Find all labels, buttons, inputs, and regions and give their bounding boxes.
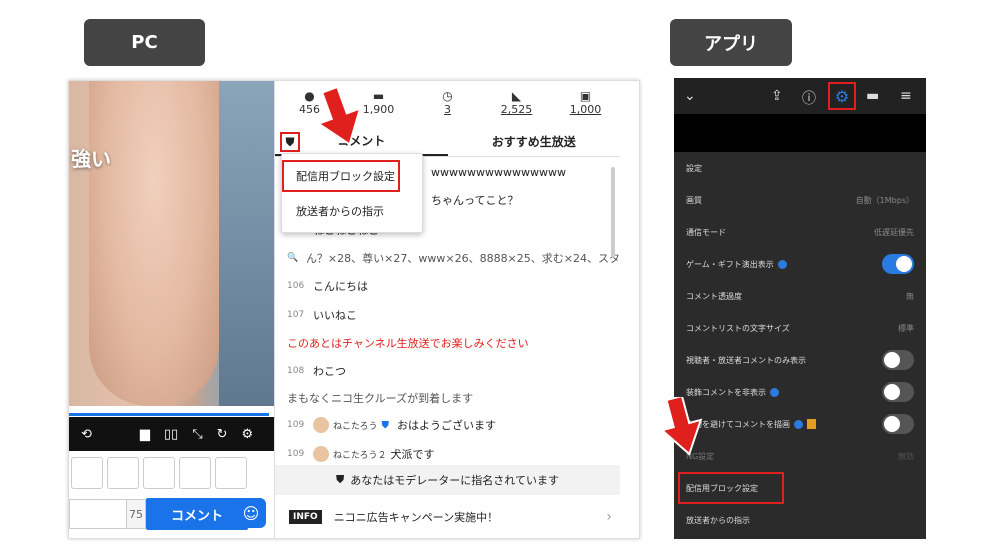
- menu-item-block-settings[interactable]: 配信用ブロック設定: [282, 160, 400, 192]
- pc-screenshot: 強い ⟲ ▆ ▯▯ ⤡ ↻ ⚙ 75 コメント ☺ ● 456 ▬ 1,900 ◷ 3…: [68, 80, 640, 539]
- ad-icon: ◣: [511, 89, 522, 103]
- setting-quality[interactable]: 画質 自動（1Mbps）: [674, 184, 926, 216]
- fullscreen-icon[interactable]: ⤡: [192, 427, 202, 442]
- gift-icon: ▣: [579, 89, 592, 103]
- setting-instruction[interactable]: 放送者からの指示: [674, 504, 926, 536]
- info-text: ニコニ広告キャンペーン実施中！: [333, 511, 499, 524]
- avatar: [313, 417, 329, 433]
- tab-recommended[interactable]: おすすめ生放送: [448, 127, 621, 156]
- system-message: まもなくニコ生クルーズが到着します: [287, 392, 474, 405]
- comment-toggle-icon[interactable]: ▆: [140, 427, 150, 442]
- info-icon[interactable]: ⓘ: [802, 88, 816, 108]
- stat-timeshift[interactable]: ◷ 3: [418, 89, 478, 125]
- reload-icon[interactable]: ↻: [217, 427, 228, 442]
- setting-block[interactable]: 配信用ブロック設定: [678, 472, 784, 504]
- setting-mode[interactable]: 通信モード 低遅延優先: [674, 216, 926, 248]
- slot[interactable]: [143, 457, 175, 489]
- shield-settings-icon[interactable]: ⛊: [280, 132, 300, 152]
- gift-toggle[interactable]: [882, 254, 914, 274]
- person-icon: ●: [304, 89, 315, 103]
- info-banner[interactable]: INFO ニコニ広告キャンペーン実施中！ ›: [275, 497, 620, 537]
- seek-bar[interactable]: [69, 413, 269, 416]
- setting-fontsize[interactable]: コメントリストの文字サイズ 標準: [674, 312, 926, 344]
- video-frame-background: [219, 81, 274, 406]
- slot[interactable]: [107, 457, 139, 489]
- comment-input[interactable]: [69, 499, 126, 529]
- moderator-notice: ⛊ あなたはモデレーターに指名されています: [275, 465, 620, 495]
- comment-submit-button[interactable]: コメント: [146, 498, 248, 530]
- comment-row: 106 こんにちは: [287, 280, 368, 293]
- slot[interactable]: [179, 457, 211, 489]
- premium-icon: [807, 419, 816, 429]
- settings-title: 設定: [686, 163, 702, 173]
- help-icon[interactable]: [770, 387, 779, 397]
- gear-icon[interactable]: ⚙: [828, 82, 856, 110]
- viewer-only-toggle[interactable]: [882, 350, 914, 370]
- comment-row: 108 わこつ: [287, 365, 346, 378]
- slot[interactable]: [71, 457, 103, 489]
- playlist-icon[interactable]: ≡: [900, 88, 912, 104]
- stat-gift[interactable]: ▣ 1,000: [556, 89, 616, 125]
- layout-icon[interactable]: ▯▯: [164, 427, 178, 442]
- pointer-arrow: [318, 88, 362, 146]
- player-controls: ⟲ ▆ ▯▯ ⤡ ↻ ⚙: [69, 417, 274, 451]
- search-icon: 🔍: [287, 253, 299, 263]
- side-panel: ● 456 ▬ 1,900 ◷ 3 ◣ 2,525 ▣ 1,000 コメント おすすめ生放…: [274, 81, 639, 538]
- rewind-icon[interactable]: ⟲: [81, 427, 92, 442]
- app-label: アプリ: [670, 19, 792, 66]
- comment-summary: 🔍 ん？×28、尊い×27、www×26、8888×25、求む×24、スタ: [287, 252, 620, 265]
- app-screenshot: ⌄ ⇪ ⓘ ▬ ≡ ⚙ 設定 画質 自動（1Mbps） 通信モード 低遅延優先 ゲー…: [674, 78, 926, 539]
- video-frame-hand: [89, 81, 219, 406]
- comment-icon[interactable]: ▬: [866, 88, 879, 104]
- setting-gift: ゲーム・ギフト演出表示: [674, 248, 926, 280]
- deco-toggle[interactable]: [882, 382, 914, 402]
- help-icon[interactable]: [794, 419, 803, 429]
- share-icon[interactable]: ⇪: [771, 88, 783, 104]
- help-icon[interactable]: [777, 259, 787, 269]
- menu-item-broadcaster-instruction[interactable]: 放送者からの指示: [282, 196, 424, 226]
- avoid-toggle[interactable]: [882, 414, 914, 434]
- video-caption: 強い: [71, 147, 111, 171]
- video-player[interactable]: 強い: [69, 81, 274, 406]
- char-count: 75: [126, 499, 146, 529]
- emoji-icon[interactable]: ☺: [236, 498, 266, 528]
- setting-viewer-only: 視聴者・放送者コメントのみ表示: [674, 344, 926, 376]
- app-toolbar: ⌄ ⇪ ⓘ ▬ ≡: [674, 78, 926, 114]
- video-area: [674, 114, 926, 152]
- pointer-arrow: [662, 397, 703, 456]
- pc-label: PC: [84, 19, 205, 66]
- settings-icon[interactable]: ⚙: [242, 427, 254, 442]
- info-badge: INFO: [289, 510, 322, 524]
- moderator-shield-icon: ⛊: [381, 419, 389, 431]
- chevron-right-icon: ›: [606, 509, 612, 525]
- clock-icon: ◷: [442, 89, 453, 103]
- stat-ad[interactable]: ◣ 2,525: [487, 89, 547, 125]
- system-message: このあとはチャンネル生放送でお楽しみください: [287, 337, 529, 350]
- setting-opacity[interactable]: コメント透過度無: [674, 280, 926, 312]
- shield-icon: ⛊: [336, 473, 345, 486]
- scrollbar[interactable]: [611, 167, 615, 257]
- chevron-down-icon[interactable]: ⌄: [684, 88, 696, 104]
- avatar: [313, 446, 329, 462]
- comment-row: 107 いいねこ: [287, 309, 357, 322]
- slot[interactable]: [215, 457, 247, 489]
- comment-row: 109 ねこたろう ⛊ おはようございます: [287, 417, 496, 433]
- gift-slots: [69, 457, 274, 493]
- comment-row: 109 ねこたろう２ 犬派です: [287, 446, 435, 462]
- dropdown-menu: 配信用ブロック設定 放送者からの指示: [281, 153, 423, 233]
